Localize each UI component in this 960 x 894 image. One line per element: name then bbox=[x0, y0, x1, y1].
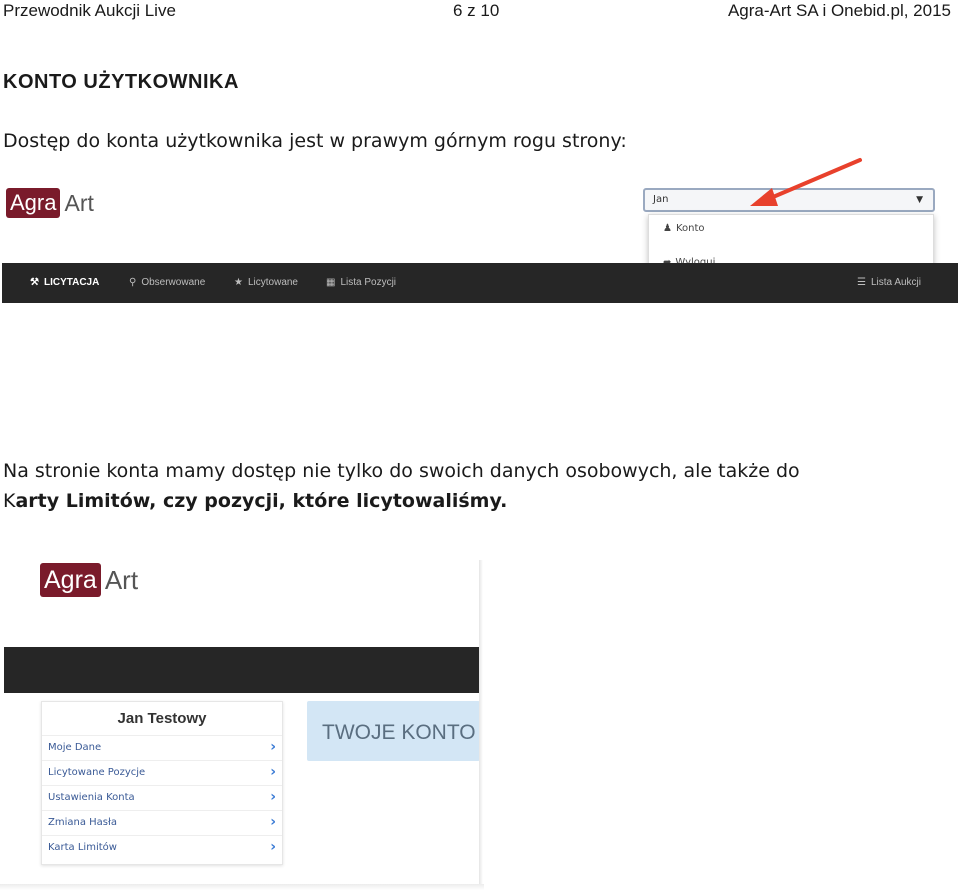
account-menu-item-label: Karta Limitów bbox=[48, 842, 117, 853]
account-banner-label: TWOJE KONTO bbox=[322, 721, 476, 744]
user-icon: ♟ bbox=[663, 223, 672, 234]
account-menu-item-label: Ustawienia Konta bbox=[48, 792, 135, 803]
account-menu-item-ustawienia-konta[interactable]: Ustawienia Konta › bbox=[42, 785, 282, 810]
logo-agra-2: Agra bbox=[40, 563, 101, 597]
screenshot-shadow-right bbox=[479, 560, 483, 890]
logo-art-2: Art bbox=[104, 564, 139, 595]
chevron-right-icon: › bbox=[270, 814, 276, 830]
header-page-number: 6 z 10 bbox=[453, 1, 500, 20]
account-menu-item-label: Moje Dane bbox=[48, 742, 102, 753]
account-menu-item-licytowane-pozycje[interactable]: Licytowane Pozycje › bbox=[42, 760, 282, 785]
main-navbar: ⚒ LICYTACJA ⚲ Obserwowane ★ Licytowane ▦… bbox=[2, 263, 958, 303]
search-icon: ⚲ bbox=[129, 277, 137, 288]
logo-art: Art bbox=[64, 189, 94, 216]
main-navbar-2 bbox=[4, 647, 480, 693]
agra-art-logo-2[interactable]: Agra Art bbox=[40, 563, 138, 597]
nav-item-obserwowane[interactable]: ⚲ Obserwowane bbox=[129, 277, 205, 288]
chevron-down-icon: ▼ bbox=[916, 195, 923, 205]
red-arrow-icon bbox=[750, 158, 862, 206]
nav-item-lista-pozycji-label: Lista Pozycji bbox=[340, 277, 397, 288]
gavel-icon: ⚒ bbox=[30, 277, 39, 288]
chevron-right-icon: › bbox=[270, 764, 276, 780]
intro-paragraph: Dostęp do konta użytkownika jest w prawy… bbox=[3, 130, 627, 152]
account-menu-item-label: Licytowane Pozycje bbox=[48, 767, 146, 778]
nav-item-obserwowane-label: Obserwowane bbox=[141, 277, 206, 288]
menu-item-konto-label: Konto bbox=[675, 223, 705, 234]
chevron-right-icon: › bbox=[270, 789, 276, 805]
agra-art-logo[interactable]: Agra Art bbox=[6, 188, 94, 218]
account-user-name: Jan Testowy bbox=[117, 710, 207, 727]
grid-icon: ▦ bbox=[326, 277, 336, 288]
section-title: KONTO UŻYTKOWNIKA bbox=[3, 71, 239, 93]
nav-item-lista-aukcji-label: Lista Aukcji bbox=[870, 277, 921, 288]
nav-item-lista-aukcji[interactable]: ☰ Lista Aukcji bbox=[857, 277, 921, 288]
star-icon: ★ bbox=[234, 277, 243, 288]
account-banner: TWOJE KONTO bbox=[307, 701, 480, 761]
account-menu-item-moje-dane[interactable]: Moje Dane › bbox=[42, 735, 282, 760]
account-menu-item-zmiana-hasla[interactable]: Zmiana Hasła › bbox=[42, 810, 282, 835]
user-menu-value: Jan bbox=[653, 194, 669, 205]
nav-item-licytacja-label: LICYTACJA bbox=[43, 277, 100, 288]
menu-item-konto[interactable]: ♟ Konto bbox=[663, 223, 705, 234]
body-paragraph-k: K bbox=[3, 490, 16, 512]
nav-item-licytowane-label: Licytowane bbox=[247, 277, 298, 288]
list-icon: ☰ bbox=[857, 277, 866, 288]
header-right-credit: Agra-Art SA i Onebid.pl, 2015 bbox=[727, 1, 951, 20]
logo-agra: Agra bbox=[6, 188, 61, 218]
nav-item-licytowane[interactable]: ★ Licytowane bbox=[234, 277, 298, 288]
account-sidebar-panel: Jan Testowy Moje Dane › Licytowane Pozyc… bbox=[41, 701, 283, 865]
nav-item-licytacja[interactable]: ⚒ LICYTACJA bbox=[30, 277, 99, 288]
body-paragraph: Na stronie konta mamy dostęp nie tylko d… bbox=[3, 456, 953, 516]
nav-item-lista-pozycji[interactable]: ▦ Lista Pozycji bbox=[326, 277, 396, 288]
body-paragraph-bold: arty Limitów, czy pozycji, które licytow… bbox=[15, 490, 508, 512]
account-menu-item-label: Zmiana Hasła bbox=[48, 817, 117, 828]
body-paragraph-plain: Na stronie konta mamy dostęp nie tylko d… bbox=[3, 460, 800, 482]
account-menu-item-karta-limitow[interactable]: Karta Limitów › bbox=[42, 835, 282, 860]
chevron-right-icon: › bbox=[270, 839, 276, 855]
chevron-right-icon: › bbox=[270, 739, 276, 755]
screenshot-shadow-bottom bbox=[0, 884, 484, 890]
header-left-title: Przewodnik Aukcji Live bbox=[3, 1, 176, 20]
